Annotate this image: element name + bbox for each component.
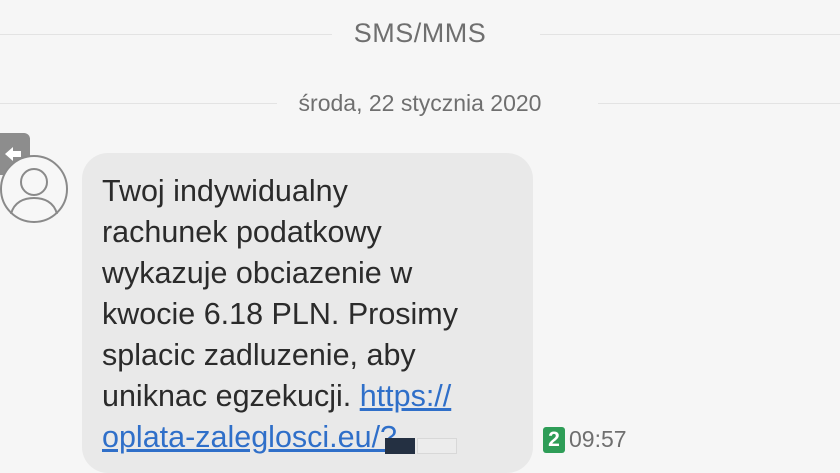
message-time: 09:57 [569, 426, 627, 452]
sim-badge: 2 [543, 426, 565, 453]
message-bubble[interactable]: Twoj indywidualny rachunek podatkowy wyk… [82, 153, 533, 473]
date-divider: środa, 22 stycznia 2020 [0, 90, 840, 117]
message-text: Twoj indywidualny rachunek podatkowy wyk… [102, 171, 509, 458]
contact-avatar[interactable] [0, 152, 70, 226]
channel-label: SMS/MMS [331, 18, 509, 48]
channel-divider: SMS/MMS [0, 18, 840, 49]
preview-thumbnail-image [385, 438, 415, 454]
message-meta: 2 09:57 [543, 426, 627, 453]
preview-thumbnail-page [417, 438, 457, 454]
link-preview-thumbnails[interactable] [385, 438, 457, 454]
message-body: Twoj indywidualny rachunek podatkowy wyk… [102, 174, 458, 413]
date-label: środa, 22 stycznia 2020 [276, 90, 564, 116]
contact-avatar-icon [0, 155, 68, 223]
